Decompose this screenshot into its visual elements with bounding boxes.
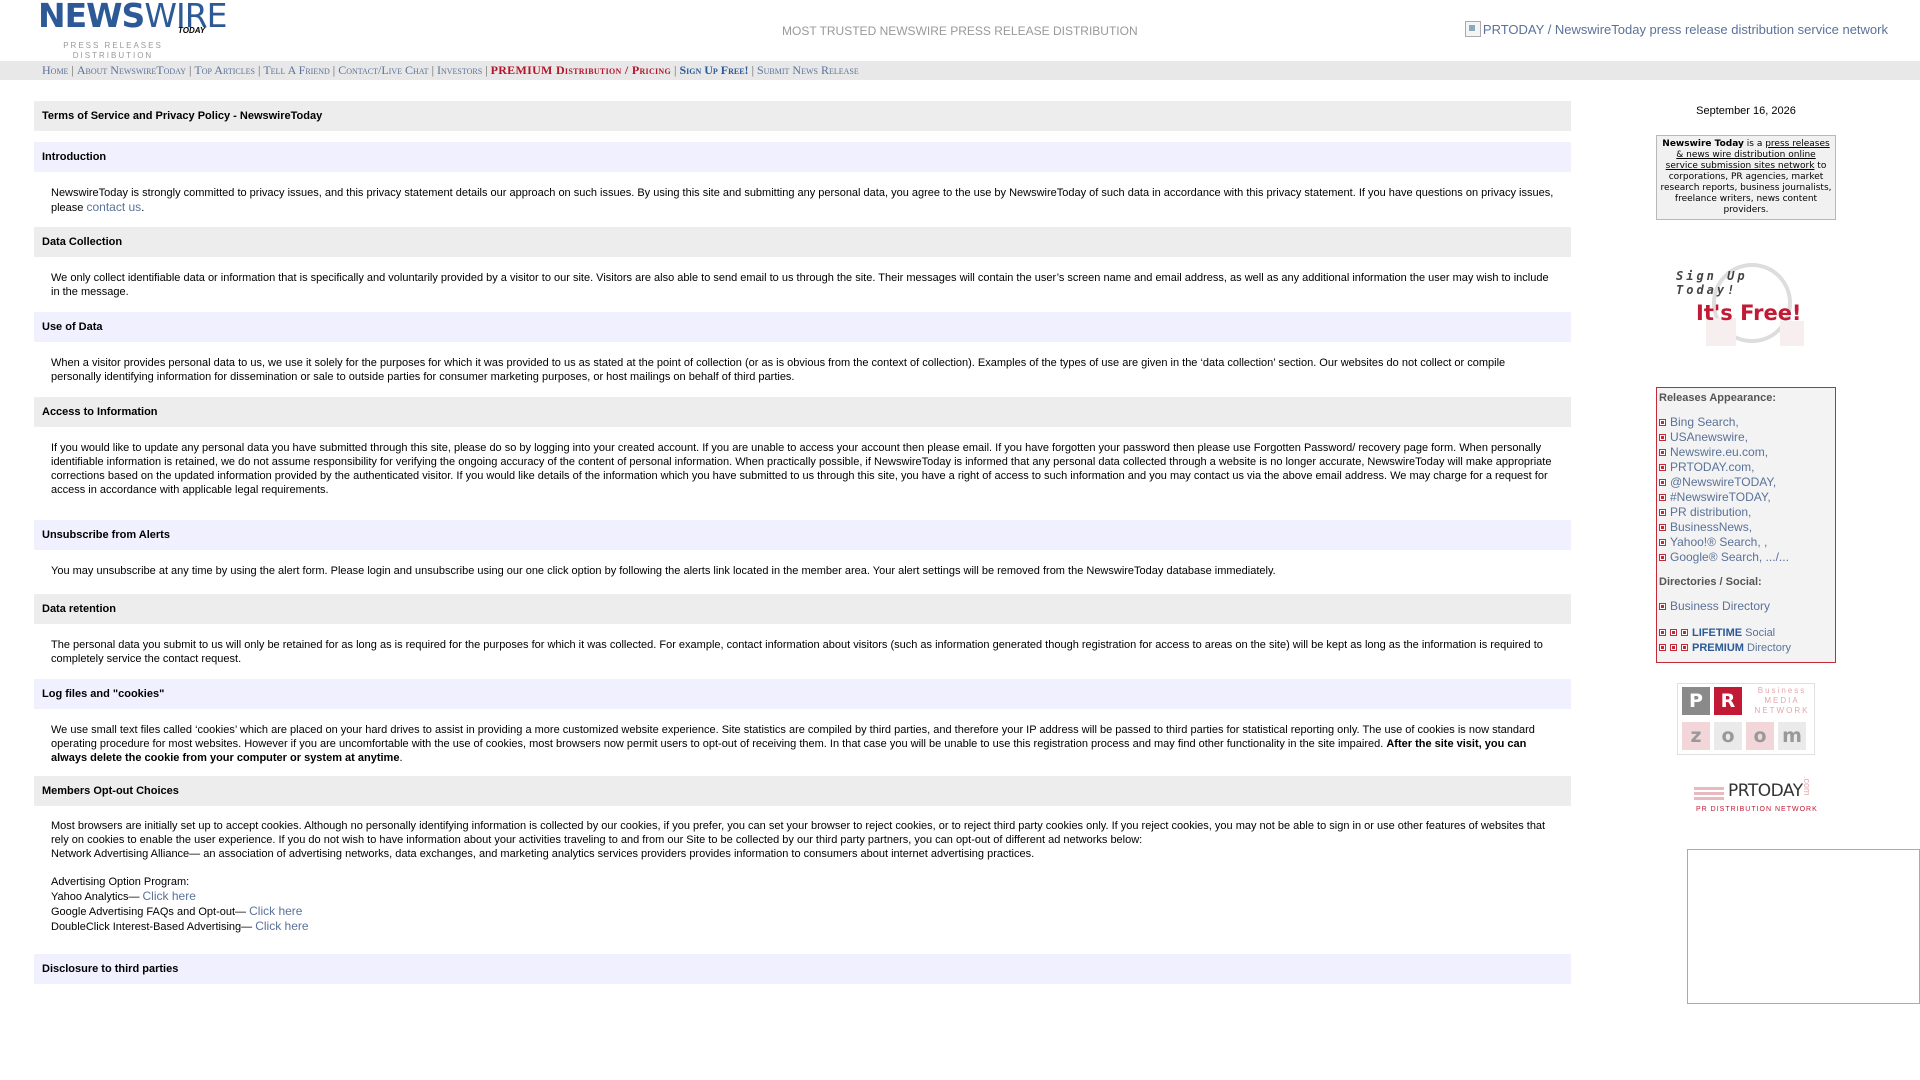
bullet-icon <box>1670 629 1677 636</box>
release-item[interactable]: USAnewswire, <box>1659 430 1833 445</box>
prtoday-logo[interactable]: PRTODAY .com PR DISTRIBUTION NETWORK <box>1684 775 1817 819</box>
google-opt-out-link[interactable]: Click here <box>249 904 302 918</box>
network-banner-link[interactable]: PRTODAY / NewswireToday press release di… <box>1464 21 1888 37</box>
premium-directory-item[interactable]: PREMIUM Directory <box>1659 641 1833 656</box>
main-nav: Home | About NewswireToday | Top Articles | Te… <box>0 61 1920 80</box>
nav-home[interactable]: Home <box>42 63 68 77</box>
section-text-cookies: We use small text files called ‘cookies’… <box>51 724 1535 764</box>
przoom-logo[interactable]: P R Business MEDIA NETWORK z o o m <box>1677 683 1815 755</box>
section-text-use-of-data: When a visitor provides personal data to… <box>51 357 1506 383</box>
bullet-icon <box>1681 629 1688 636</box>
bullet-icon <box>1681 644 1688 651</box>
section-heading-unsubscribe: Unsubscribe from Alerts <box>34 520 1571 550</box>
signup-today-badge[interactable]: Sign Up Today! It's Free! <box>1676 263 1816 346</box>
directories-title: Directories / Social: <box>1659 576 1762 588</box>
nav-contact[interactable]: Contact/Live Chat <box>338 63 428 77</box>
newswiretoday-logo[interactable]: NEWSWIRE TODAY PRESS RELEASES DISTRIBUTI… <box>38 0 227 70</box>
nav-signup[interactable]: Sign Up Free! <box>679 63 748 77</box>
doubleclick-opt-out-link[interactable]: Click here <box>255 919 308 933</box>
section-text-access: If you would like to update any personal… <box>51 442 1552 496</box>
releases-appearance-box: Releases Appearance: Bing Search, USAnew… <box>1656 387 1836 663</box>
przoom-network-label: Business MEDIA NETWORK <box>1754 686 1810 715</box>
section-text-introduction: NewswireToday is strongly committed to p… <box>51 187 1554 214</box>
nav-premium[interactable]: PREMIUM Distribution / Pricing <box>491 63 671 77</box>
bullet-icon <box>1659 524 1666 531</box>
release-item[interactable]: BusinessNews, <box>1659 520 1833 535</box>
nav-investors[interactable]: Investors <box>437 63 482 77</box>
bullet-icon <box>1659 449 1666 456</box>
release-item[interactable]: PRTODAY.com, <box>1659 460 1833 475</box>
prtoday-lines <box>1694 787 1724 801</box>
lifetime-social-item[interactable]: LIFETIME Social <box>1659 626 1833 641</box>
bullet-icon <box>1659 479 1666 486</box>
releases-title: Releases Appearance: <box>1659 392 1776 404</box>
ad-frame[interactable] <box>1687 849 1920 1004</box>
release-item[interactable]: #NewswireTODAY, <box>1659 490 1833 505</box>
section-heading-opt-out: Members Opt-out Choices <box>34 776 1571 806</box>
section-heading-third-parties: Disclosure to third parties <box>34 954 1571 984</box>
section-heading-introduction: Introduction <box>34 142 1571 172</box>
signup-today-text: Sign Up Today! <box>1676 269 1748 297</box>
yahoo-opt-out-link[interactable]: Click here <box>143 889 196 903</box>
release-item[interactable]: Bing Search, <box>1659 415 1833 430</box>
about-box: Newswire Today is a press releases & new… <box>1656 135 1836 220</box>
business-directory-item[interactable]: Business Directory <box>1659 599 1833 614</box>
bullet-icon <box>1659 539 1666 546</box>
release-item[interactable]: PR distribution, <box>1659 505 1833 520</box>
nav-tell-friend[interactable]: Tell A Friend <box>263 63 329 77</box>
nav-submit[interactable]: Submit News Release <box>757 63 859 77</box>
section-heading-retention: Data retention <box>34 594 1571 624</box>
release-item[interactable]: Yahoo!® Search, , <box>1659 535 1833 550</box>
prtoday-subtitle: PR DISTRIBUTION NETWORK <box>1696 806 1818 813</box>
section-heading-cookies: Log files and "cookies" <box>34 679 1571 709</box>
section-text-opt-out: Most browsers are initially set up to ac… <box>51 820 1546 933</box>
privacy-policy-content: Terms of Service and Privacy Policy - Ne… <box>34 101 1571 984</box>
its-free-text: It's Free! <box>1696 301 1802 325</box>
section-heading-use-of-data: Use of Data <box>34 312 1571 342</box>
prtoday-com: .com <box>1802 776 1812 796</box>
prtoday-wordmark: PRTODAY <box>1728 781 1803 801</box>
section-heading-access: Access to Information <box>34 397 1571 427</box>
bullet-icon <box>1659 464 1666 471</box>
contact-us-link[interactable]: contact us <box>86 200 141 214</box>
bullet-icon <box>1659 419 1666 426</box>
bullet-icon <box>1670 644 1677 651</box>
bullet-icon <box>1659 629 1666 636</box>
release-item[interactable]: Google® Search, .../... <box>1659 550 1833 565</box>
current-date: September 16, 2026 <box>1696 105 1796 117</box>
section-heading-data-collection: Data Collection <box>34 227 1571 257</box>
release-item[interactable]: @NewswireTODAY, <box>1659 475 1833 490</box>
bullet-icon <box>1659 434 1666 441</box>
section-text-unsubscribe: You may unsubscribe at any time by using… <box>51 565 1276 577</box>
bullet-icon <box>1659 494 1666 501</box>
header-tagline: MOST TRUSTED NEWSWIRE PRESS RELEASE DIST… <box>782 24 1138 38</box>
broken-image-icon <box>1464 21 1481 37</box>
logo-today: TODAY <box>178 26 206 35</box>
section-text-retention: The personal data you submit to us will … <box>51 639 1543 665</box>
site-header: NEWSWIRE TODAY PRESS RELEASES DISTRIBUTI… <box>0 0 1920 70</box>
bullet-icon <box>1659 554 1666 561</box>
right-sidebar: September 16, 2026 Newswire Today is a p… <box>1656 101 1836 819</box>
section-text-data-collection: We only collect identifiable data or inf… <box>51 272 1549 298</box>
bullet-icon <box>1659 509 1666 516</box>
release-item[interactable]: Newswire.eu.com, <box>1659 445 1833 460</box>
nav-top-articles[interactable]: Top Articles <box>194 63 255 77</box>
bullet-icon <box>1659 644 1666 651</box>
nav-about[interactable]: About NewswireToday <box>77 63 186 77</box>
bullet-icon <box>1659 603 1666 610</box>
page-title: Terms of Service and Privacy Policy - Ne… <box>34 101 1571 131</box>
